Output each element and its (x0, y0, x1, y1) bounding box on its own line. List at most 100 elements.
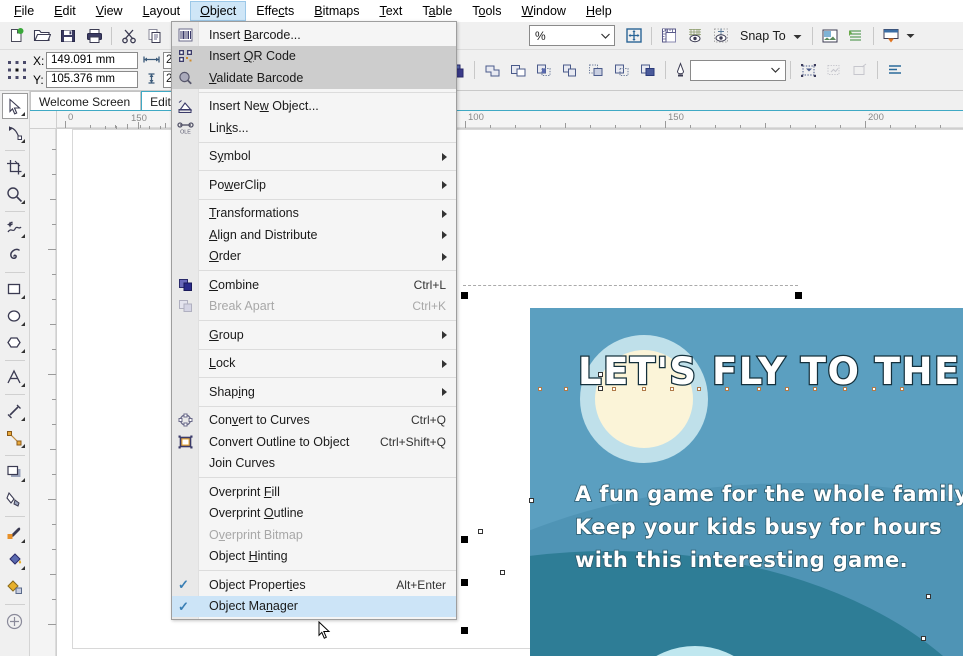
show-grid-icon[interactable] (682, 24, 708, 48)
menu-item-join-curves[interactable]: Join Curves (172, 453, 456, 475)
menu-item-transformations[interactable]: Transformations (172, 203, 456, 225)
copy-icon[interactable] (142, 24, 168, 48)
color-eyedropper-tool[interactable] (2, 520, 28, 546)
menu-text[interactable]: Text (369, 1, 412, 21)
menu-item-combine[interactable]: Combine Ctrl+L (172, 274, 456, 296)
options-icon[interactable] (817, 24, 843, 48)
smart-fill-tool[interactable] (2, 574, 28, 600)
x-position-input[interactable]: 149.091 mm (46, 52, 138, 69)
menu-view[interactable]: View (86, 1, 133, 21)
curve-node[interactable] (598, 386, 603, 391)
curve-node[interactable] (757, 387, 761, 391)
curve-node[interactable] (725, 387, 729, 391)
curve-node[interactable] (538, 387, 542, 391)
curve-node[interactable] (612, 387, 616, 391)
menu-window[interactable]: Window (511, 1, 575, 21)
menu-item-overprint-fill[interactable]: Overprint Fill (172, 481, 456, 503)
front-minus-back-icon[interactable] (583, 58, 609, 82)
chevron-down-icon[interactable] (904, 24, 918, 48)
artwork-headline-text[interactable]: LET'S FLY TO THE MO (577, 349, 963, 395)
menu-item-symbol[interactable]: Symbol (172, 146, 456, 168)
snap-to-dropdown[interactable]: Snap To (734, 29, 808, 43)
curve-node[interactable] (670, 387, 674, 391)
straight-line-connector-tool[interactable] (2, 425, 28, 451)
pick-tool[interactable] (1, 93, 28, 119)
menu-item-object-manager[interactable]: ✓ Object Manager (172, 595, 456, 617)
interactive-fill-tool[interactable] (2, 547, 28, 573)
trim-icon[interactable] (505, 58, 531, 82)
curve-node[interactable] (564, 387, 568, 391)
menu-tools[interactable]: Tools (462, 1, 511, 21)
rectangle-tool[interactable] (2, 276, 28, 302)
menu-file[interactable]: File (4, 1, 44, 21)
menu-item-object-hinting[interactable]: Object Hinting (172, 546, 456, 568)
curve-node[interactable] (785, 387, 789, 391)
intersect-icon[interactable] (531, 58, 557, 82)
save-icon[interactable] (55, 24, 81, 48)
add-tool-button[interactable] (2, 608, 28, 634)
weld-icon[interactable] (479, 58, 505, 82)
curve-node[interactable] (478, 529, 483, 534)
flyout-arrow-icon[interactable] (20, 322, 25, 326)
selection-handle-bottom-left-2[interactable] (461, 627, 468, 634)
menu-item-overprint-outline[interactable]: Overprint Outline (172, 503, 456, 525)
object-origin-icon[interactable] (3, 54, 31, 86)
text-tool[interactable] (2, 364, 28, 390)
outline-width-combo[interactable] (690, 59, 786, 81)
document-tab-welcome-screen[interactable]: Welcome Screen (30, 91, 142, 110)
menu-item-shaping[interactable]: Shaping (172, 381, 456, 403)
show-rulers-icon[interactable] (656, 24, 682, 48)
flyout-arrow-icon[interactable] (20, 349, 25, 353)
selection-handle-mid-left[interactable] (461, 536, 468, 543)
menu-item-links[interactable]: OLE Links... (172, 117, 456, 139)
flyout-arrow-icon[interactable] (20, 173, 25, 177)
curve-node[interactable] (697, 387, 701, 391)
object-manager-icon[interactable] (843, 24, 869, 48)
flyout-arrow-icon[interactable] (20, 417, 25, 421)
ellipse-tool[interactable] (2, 303, 28, 329)
flyout-arrow-icon[interactable] (20, 478, 25, 482)
object-menu-dropdown[interactable]: Insert Barcode... Insert QR Code Validat… (171, 21, 457, 620)
menu-item-powerclip[interactable]: PowerClip (172, 174, 456, 196)
transparency-tool[interactable] (2, 486, 28, 512)
curve-node[interactable] (500, 570, 505, 575)
back-minus-front-icon[interactable] (609, 58, 635, 82)
ruler-corner[interactable] (30, 111, 57, 129)
menu-layout[interactable]: Layout (133, 1, 191, 21)
menu-item-object-properties[interactable]: ✓ Object Properties Alt+Enter (172, 574, 456, 596)
flyout-arrow-icon[interactable] (20, 383, 25, 387)
curve-node[interactable] (813, 387, 817, 391)
wrap-text-icon[interactable] (795, 58, 821, 82)
curve-node[interactable] (529, 498, 534, 503)
menu-table[interactable]: Table (412, 1, 462, 21)
application-launcher-icon[interactable] (878, 24, 904, 48)
menu-item-insert-barcode[interactable]: Insert Barcode... (172, 24, 456, 46)
curve-node[interactable] (642, 387, 646, 391)
menu-item-order[interactable]: Order (172, 246, 456, 268)
freehand-tool[interactable] (2, 215, 28, 241)
show-guidelines-icon[interactable] (708, 24, 734, 48)
polygon-tool[interactable] (2, 330, 28, 356)
menu-item-insert-qr-code[interactable]: Insert QR Code (172, 45, 456, 67)
curve-node[interactable] (843, 387, 847, 391)
curve-node[interactable] (926, 594, 931, 599)
menu-item-break-apart[interactable]: Break Apart Ctrl+K (172, 296, 456, 318)
selection-handle-top-center[interactable] (795, 292, 802, 299)
edit-bitmap-icon[interactable] (821, 58, 847, 82)
artistic-media-tool[interactable] (2, 242, 28, 268)
trace-bitmap-icon[interactable] (847, 58, 873, 82)
parallel-dimension-tool[interactable] (2, 398, 28, 424)
curve-node[interactable] (598, 372, 603, 377)
menu-item-insert-new-object[interactable]: Insert New Object... (172, 96, 456, 118)
flyout-arrow-icon[interactable] (20, 112, 25, 116)
menu-edit[interactable]: Edit (44, 1, 86, 21)
curve-node[interactable] (921, 636, 926, 641)
menu-item-convert-to-curves[interactable]: Convert to Curves Ctrl+Q (172, 410, 456, 432)
print-icon[interactable] (81, 24, 107, 48)
crop-tool[interactable] (2, 154, 28, 180)
flyout-arrow-icon[interactable] (20, 444, 25, 448)
chevron-down-icon[interactable] (770, 63, 781, 77)
y-position-input[interactable]: 105.376 mm (46, 71, 138, 88)
chevron-down-icon[interactable] (600, 29, 611, 43)
menu-item-convert-outline-to-object[interactable]: Convert Outline to Object Ctrl+Shift+Q (172, 431, 456, 453)
